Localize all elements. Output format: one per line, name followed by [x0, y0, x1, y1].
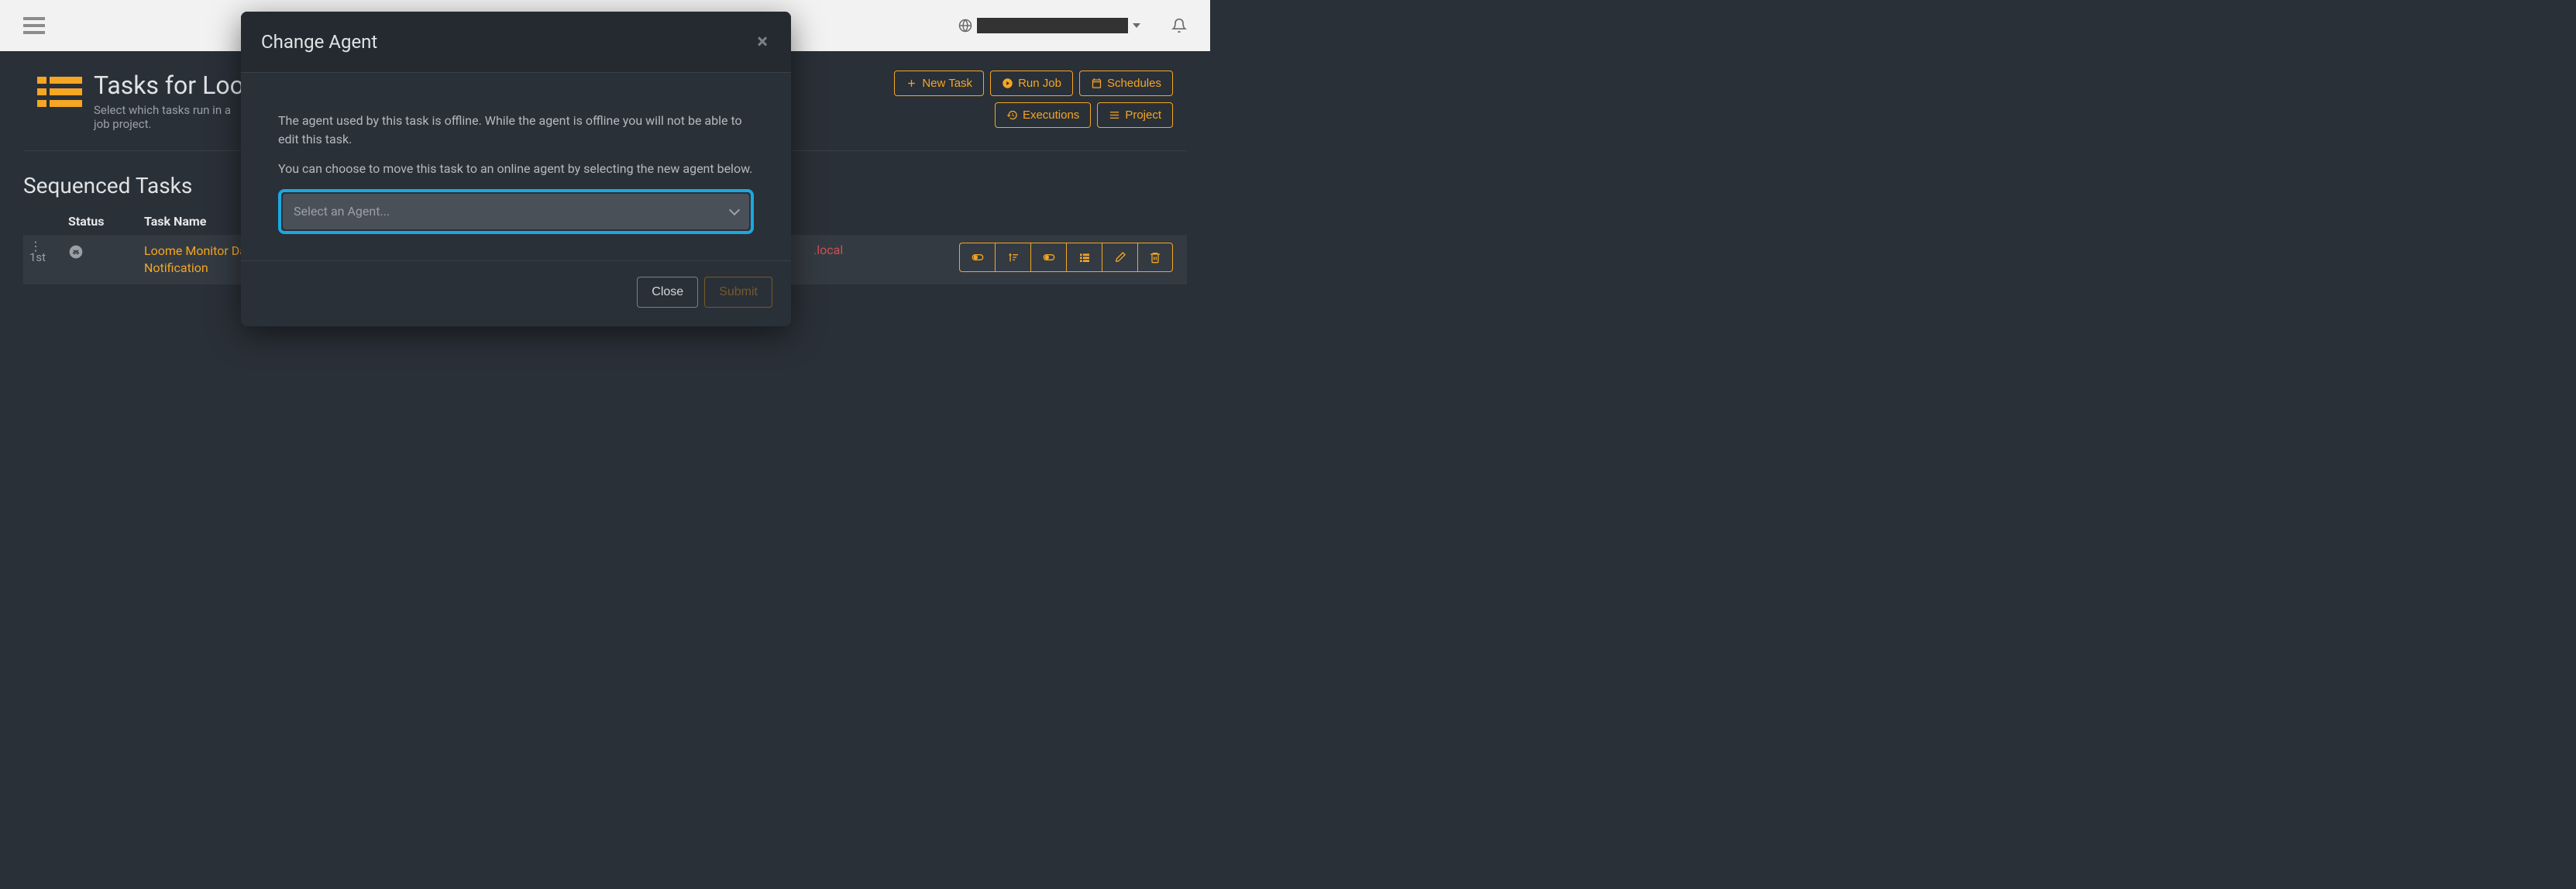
new-task-label: New Task — [922, 77, 972, 90]
modal-body-offline-message: The agent used by this task is offline. … — [278, 112, 754, 149]
schedules-label: Schedules — [1107, 77, 1161, 90]
dropdown-caret-icon — [1133, 23, 1140, 28]
history-icon — [1006, 109, 1018, 121]
list-icon — [1109, 109, 1120, 121]
task-row-actions — [959, 243, 1173, 272]
drag-handle-icon[interactable]: ⋮ — [29, 243, 68, 250]
task-details-button[interactable] — [1066, 243, 1102, 272]
tenant-dropdown[interactable] — [958, 18, 1140, 33]
run-job-label: Run Job — [1018, 77, 1061, 90]
schedules-button[interactable]: Schedules — [1079, 71, 1173, 96]
notifications-bell-icon[interactable] — [1171, 18, 1187, 33]
task-delete-button[interactable] — [1137, 243, 1173, 272]
task-order-label: 1st — [29, 250, 68, 264]
modal-submit-button[interactable]: Submit — [704, 277, 772, 308]
modal-close-icon[interactable]: × — [757, 30, 768, 53]
hamburger-menu-icon[interactable] — [23, 17, 45, 34]
grid-list-icon — [1078, 251, 1091, 264]
new-task-button[interactable]: New Task — [894, 71, 984, 96]
chevron-down-icon — [729, 205, 740, 215]
column-header-status: Status — [68, 214, 144, 229]
plus-icon — [906, 78, 917, 89]
calendar-icon — [1091, 78, 1102, 89]
modal-footer: Close Submit — [241, 260, 791, 326]
page-title: Tasks for Loom — [94, 71, 266, 100]
modal-body-instruction: You can choose to move this task to an o… — [278, 160, 754, 178]
toggle-icon — [972, 251, 984, 264]
task-link-toggle-button[interactable] — [1030, 243, 1066, 272]
executions-button[interactable]: Executions — [995, 102, 1091, 128]
task-sort-button[interactable] — [995, 243, 1030, 272]
run-job-button[interactable]: Run Job — [990, 71, 1073, 96]
task-agent-suffix: .local — [813, 243, 843, 257]
toggle-icon — [1043, 251, 1055, 264]
agent-select-dropdown[interactable]: Select an Agent... — [283, 194, 749, 229]
globe-icon — [958, 19, 972, 33]
edit-icon — [1114, 251, 1126, 264]
agent-select-highlight: Select an Agent... — [278, 189, 754, 234]
task-edit-button[interactable] — [1102, 243, 1137, 272]
tasks-list-icon — [37, 71, 82, 131]
task-order-cell[interactable]: ⋮ 1st — [23, 243, 68, 264]
page-subtitle: Select which tasks run in a job project. — [94, 103, 249, 131]
sort-icon — [1007, 251, 1020, 264]
modal-body: The agent used by this task is offline. … — [241, 73, 791, 260]
agent-select-placeholder: Select an Agent... — [294, 202, 390, 221]
modal-title: Change Agent — [261, 31, 377, 53]
task-status-cell — [68, 243, 144, 263]
change-agent-modal: Change Agent × The agent used by this ta… — [241, 12, 791, 326]
modal-close-button[interactable]: Close — [637, 277, 698, 308]
status-offline-icon — [68, 244, 84, 260]
trash-icon — [1149, 251, 1161, 264]
modal-header: Change Agent × — [241, 12, 791, 73]
executions-label: Executions — [1023, 109, 1079, 122]
project-button[interactable]: Project — [1097, 102, 1173, 128]
task-toggle-button[interactable] — [959, 243, 995, 272]
topbar-right-group — [958, 18, 1187, 33]
page-actions-group: New Task Run Job Schedules Executions Pr… — [817, 71, 1173, 131]
play-circle-icon — [1002, 78, 1013, 89]
project-label: Project — [1125, 109, 1161, 122]
tenant-name-redacted — [977, 18, 1128, 33]
